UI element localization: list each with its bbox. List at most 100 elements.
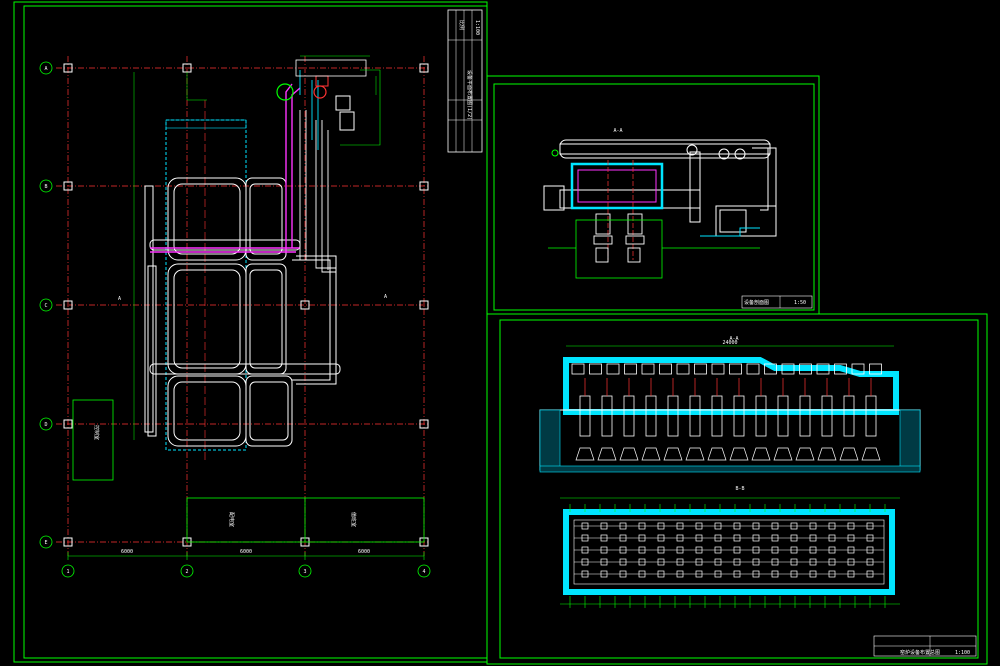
elevation-burner (667, 395, 679, 437)
elevation-cell (676, 363, 690, 375)
control-room: 控制室 (72, 399, 114, 481)
elevation-burner-base (663, 447, 683, 461)
section-sheet-frame (493, 83, 815, 311)
elevation-plan-kiln (560, 497, 900, 605)
plan-duct-loops (144, 177, 341, 447)
section-kiln-body (570, 160, 664, 260)
elevation-title-block-name: 窑炉设备布置总图 (900, 649, 940, 656)
elevation-burner-base (729, 447, 749, 461)
elevation-title-block-scale: 1:100 (955, 650, 970, 656)
furnace-top-band (165, 119, 247, 129)
elevation-burner-base (817, 447, 837, 461)
elevation-burner-base (575, 447, 595, 461)
cad-drawing-canvas: 设备平面布置图(1/2) 比例 1:100 A B C D E 1 2 3 4 (13, 1, 988, 665)
elevation-cell (589, 363, 602, 375)
elevation-burner-base (597, 447, 617, 461)
room-label-duty: 值班室 (350, 512, 357, 527)
elevation-top-dim: 24000 (566, 340, 894, 347)
section-duct-network (543, 139, 777, 237)
elevation-burner (777, 395, 789, 437)
axis-bubble-4: 4 (417, 564, 431, 578)
axis-bubble-a: A (39, 61, 53, 75)
plan-scale-label: 比例 (458, 20, 465, 30)
svg-text:3: 3 (303, 569, 306, 575)
elevation-burner (689, 395, 701, 437)
svg-text:B: B (44, 184, 47, 190)
plan-side-axis-bubbles: A B C D E (39, 61, 53, 549)
elevation-burner (645, 395, 657, 437)
elevation-burner-base (641, 447, 661, 461)
plan-hot-duct (150, 83, 301, 253)
plan-title-block: 设备平面布置图(1/2) 比例 1:100 (447, 9, 483, 153)
plan-cyan-pipes (299, 70, 319, 150)
section-gauge-icon (551, 149, 559, 157)
axis-bubble-e: E (39, 535, 53, 549)
axis-bubble-d: D (39, 417, 53, 431)
elevation-burner (579, 395, 591, 437)
svg-text:A: A (44, 66, 47, 72)
elevation-burner-units (575, 378, 881, 461)
elevation-cell (711, 363, 725, 375)
section-mark-left: A (118, 296, 121, 302)
elevation-burner-base (707, 447, 727, 461)
plan-grid-axes (56, 56, 430, 556)
elevation-burner (733, 395, 745, 437)
elevation-burner (821, 395, 833, 437)
elevation-title-bottom: B-B (735, 486, 744, 492)
elevation-title-block: 窑炉设备布置总图 1:100 (873, 635, 977, 657)
elevation-cell (641, 363, 655, 375)
elevation-burner (843, 395, 855, 437)
dim-label-2: 6000 (240, 549, 252, 555)
elevation-burner-base (685, 447, 705, 461)
control-room-label: 控制室 (93, 425, 100, 440)
elevation-cell (729, 363, 742, 375)
section-title-block-name: 设备剖面图 (744, 299, 769, 306)
axis-bubble-b: B (39, 179, 53, 193)
dim-label-1: 6000 (121, 549, 133, 555)
plan-bottom-axis-bubbles: 1 2 3 4 (61, 564, 431, 578)
elevation-burner (623, 395, 635, 437)
elevation-burner-base (751, 447, 771, 461)
elevation-cell (694, 363, 707, 375)
dim-label-3: 6000 (358, 549, 370, 555)
elevation-burner-base (795, 447, 815, 461)
section-title-block-scale: 1:50 (794, 300, 806, 306)
elevation-cell (659, 363, 672, 375)
elevation-cell (746, 363, 760, 375)
furnace-outline (165, 119, 247, 451)
elevation-burner (865, 395, 877, 437)
axis-bubble-1: 1 (61, 564, 75, 578)
section-mark-right: A (384, 294, 387, 300)
plan-scale-value: 1:100 (474, 20, 480, 35)
plan-sheet-frame (23, 5, 488, 659)
svg-text:1: 1 (66, 569, 69, 575)
svg-text:4: 4 (422, 569, 425, 575)
room-label-distribution: 配电室 (228, 512, 235, 527)
section-title-block: 设备剖面图 1:50 (741, 295, 813, 309)
elevation-burner-base (861, 447, 881, 461)
svg-text:C: C (44, 303, 47, 309)
axis-bubble-3: 3 (298, 564, 312, 578)
elevation-burner-base (619, 447, 639, 461)
elevation-cell (606, 363, 620, 375)
elevation-burner-base (839, 447, 859, 461)
elevation-cell (624, 363, 637, 375)
axis-bubble-2: 2 (180, 564, 194, 578)
elevation-overall-dim: 24000 (722, 340, 737, 346)
bottom-rooms: 配电室 值班室 (186, 497, 425, 543)
elevation-kiln (539, 357, 921, 473)
elevation-burner (601, 395, 613, 437)
svg-text:E: E (44, 540, 47, 546)
elevation-burner (711, 395, 723, 437)
section-foundation (548, 219, 760, 279)
fan-icon (276, 83, 294, 101)
elevation-cell (571, 363, 585, 375)
elevation-burner (755, 395, 767, 437)
elevation-burner (799, 395, 811, 437)
svg-text:D: D (44, 422, 47, 428)
svg-text:2: 2 (185, 569, 188, 575)
valve-icon (313, 85, 327, 99)
plan-title-text: 设备平面布置图(1/2) (466, 70, 473, 120)
plan-bottom-dimension: 6000 6000 6000 (67, 549, 425, 560)
elevation-burner-base (773, 447, 793, 461)
